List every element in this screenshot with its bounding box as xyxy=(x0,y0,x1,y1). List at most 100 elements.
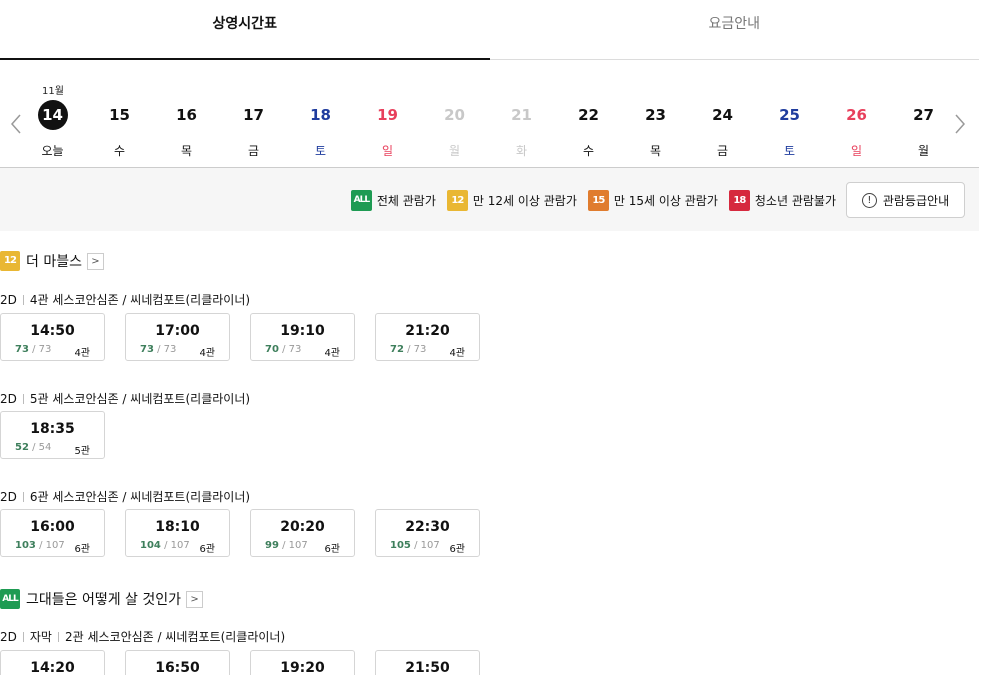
showtime-button[interactable]: 18:35 52 / 54 5관 xyxy=(0,411,105,459)
date-item[interactable]: 14 오늘 xyxy=(19,100,86,159)
movie-detail-button[interactable]: > xyxy=(86,252,104,270)
seat-count: 72 / 73 xyxy=(390,344,426,355)
date-item[interactable]: 25 토 xyxy=(756,100,823,159)
screen-hall-info: 2관 세스코안심존 / 씨네컴포트(리클라이너) xyxy=(64,630,286,644)
day-list: 14 오늘 15 수 16 목 17 금 18 토 19 일 20 월 21 화 22 수 23 목 24 금 25 토 26 일… xyxy=(19,100,957,159)
date-item[interactable]: 24 금 xyxy=(689,100,756,159)
date-item[interactable]: 18 토 xyxy=(287,100,354,159)
hall-label: 4관 xyxy=(449,348,465,359)
date-weekday: 오늘 xyxy=(41,144,64,158)
date-item[interactable]: 27 월 xyxy=(890,100,957,159)
rating-legend-18: 18 청소년 관람불가 xyxy=(728,190,836,211)
rating-12-label: 만 12세 이상 관람가 xyxy=(472,194,577,208)
available-seats: 105 xyxy=(390,540,411,551)
divider xyxy=(22,393,24,404)
showtime-button[interactable]: 14:20 xyxy=(0,650,105,675)
showtime-button[interactable]: 16:00 103 / 107 6관 xyxy=(0,509,105,557)
rating-all-icon: ALL xyxy=(0,589,20,609)
showtime-time: 19:20 xyxy=(280,660,325,675)
next-dates-button[interactable] xyxy=(954,112,966,136)
rating-15-label: 만 15세 이상 관람가 xyxy=(613,194,718,208)
date-item[interactable]: 17 금 xyxy=(220,100,287,159)
available-seats: 73 xyxy=(140,344,154,355)
date-item[interactable]: 22 수 xyxy=(555,100,622,159)
rating-all-icon: ALL xyxy=(350,190,372,211)
available-seats: 73 xyxy=(15,344,29,355)
rating-legend-bar: ALL 전체 관람가 12 만 12세 이상 관람가 15 만 15세 이상 관… xyxy=(0,168,979,231)
total-seats: / 54 xyxy=(32,442,52,453)
rating-18-label: 청소년 관람불가 xyxy=(754,194,836,208)
movie-title-row: 12 더 마블스 > xyxy=(0,251,104,271)
date-number: 27 xyxy=(913,106,934,124)
total-seats: / 73 xyxy=(407,344,427,355)
divider xyxy=(57,631,59,642)
seat-count: 99 / 107 xyxy=(265,540,308,551)
showtime-button[interactable]: 19:20 xyxy=(250,650,355,675)
screen-format: 2D xyxy=(0,391,17,406)
date-weekday: 수 xyxy=(582,144,595,158)
rating-legend-all: ALL 전체 관람가 xyxy=(350,190,436,211)
date-item[interactable]: 23 목 xyxy=(622,100,689,159)
showtime-button[interactable]: 17:00 73 / 73 4관 xyxy=(125,313,230,361)
rating-12-icon: 12 xyxy=(0,251,20,271)
available-seats: 99 xyxy=(265,540,279,551)
showtime-button[interactable]: 19:10 70 / 73 4관 xyxy=(250,313,355,361)
date-number: 19 xyxy=(377,106,398,124)
date-number: 15 xyxy=(109,106,130,124)
showtime-time: 16:50 xyxy=(155,660,200,675)
seat-count: 104 / 107 xyxy=(140,540,190,551)
date-item[interactable]: 26 일 xyxy=(823,100,890,159)
showtime-button[interactable]: 22:30 105 / 107 6관 xyxy=(375,509,480,557)
showtime-time: 21:20 xyxy=(405,323,450,339)
rating-guide-button[interactable]: ! 관람등급안내 xyxy=(846,182,965,218)
seat-count: 70 / 73 xyxy=(265,344,301,355)
movie-title-row: ALL 그대들은 어떻게 살 것인가 > xyxy=(0,589,204,609)
screen-format: 2D xyxy=(0,489,17,504)
date-number: 14 xyxy=(37,100,68,130)
screen-info: 2D 자막 2관 세스코안심존 / 씨네컴포트(리클라이너) xyxy=(0,628,285,645)
tab-pricing[interactable]: 요금안내 xyxy=(490,0,980,60)
screen-info: 2D 6관 세스코안심존 / 씨네컴포트(리클라이너) xyxy=(0,488,250,505)
seat-count: 73 / 73 xyxy=(140,344,176,355)
showtime-time: 21:50 xyxy=(405,660,450,675)
showtime-time: 18:10 xyxy=(155,519,200,535)
tab-showtimes[interactable]: 상영시간표 xyxy=(0,0,490,60)
date-number: 17 xyxy=(243,106,264,124)
screen-hall-info: 5관 세스코안심존 / 씨네컴포트(리클라이너) xyxy=(29,392,251,406)
movie-title[interactable]: 더 마블스 xyxy=(26,251,82,271)
date-number: 20 xyxy=(444,106,465,124)
divider xyxy=(22,631,24,642)
showtime-button[interactable]: 21:50 xyxy=(375,650,480,675)
hall-label: 5관 xyxy=(74,446,90,457)
showtime-time: 16:00 xyxy=(30,519,75,535)
showtime-list: 14:20 16:50 19:20 21:50 xyxy=(0,650,500,675)
screen-info: 2D 4관 세스코안심존 / 씨네컴포트(리클라이너) xyxy=(0,291,250,308)
showtime-button[interactable]: 21:20 72 / 73 4관 xyxy=(375,313,480,361)
rating-15-icon: 15 xyxy=(587,190,609,211)
screen-info: 2D 5관 세스코안심존 / 씨네컴포트(리클라이너) xyxy=(0,390,250,407)
date-number: 25 xyxy=(779,106,800,124)
movie-detail-button[interactable]: > xyxy=(186,590,204,608)
seat-count: 73 / 73 xyxy=(15,344,51,355)
date-item[interactable]: 15 수 xyxy=(86,100,153,159)
showtime-time: 14:20 xyxy=(30,660,75,675)
seat-count: 52 / 54 xyxy=(15,442,51,453)
showtime-list: 18:35 52 / 54 5관 xyxy=(0,411,125,459)
date-weekday: 목 xyxy=(649,144,662,158)
showtime-time: 14:50 xyxy=(30,323,75,339)
date-item[interactable]: 16 목 xyxy=(153,100,220,159)
hall-label: 4관 xyxy=(199,348,215,359)
screen-format: 2D xyxy=(0,292,17,307)
showtime-button[interactable]: 18:10 104 / 107 6관 xyxy=(125,509,230,557)
screen-format: 2D xyxy=(0,629,17,644)
showtime-button[interactable]: 20:20 99 / 107 6관 xyxy=(250,509,355,557)
showtime-list: 16:00 103 / 107 6관 18:10 104 / 107 6관 20:20 99 … xyxy=(0,509,500,557)
rating-legend-15: 15 만 15세 이상 관람가 xyxy=(587,190,718,211)
date-number: 18 xyxy=(310,106,331,124)
showtime-button[interactable]: 16:50 xyxy=(125,650,230,675)
showtime-button[interactable]: 14:50 73 / 73 4관 xyxy=(0,313,105,361)
movie-title[interactable]: 그대들은 어떻게 살 것인가 xyxy=(26,589,181,609)
date-item[interactable]: 19 일 xyxy=(354,100,421,159)
hall-label: 4관 xyxy=(324,348,340,359)
showtime-time: 18:35 xyxy=(30,421,75,437)
